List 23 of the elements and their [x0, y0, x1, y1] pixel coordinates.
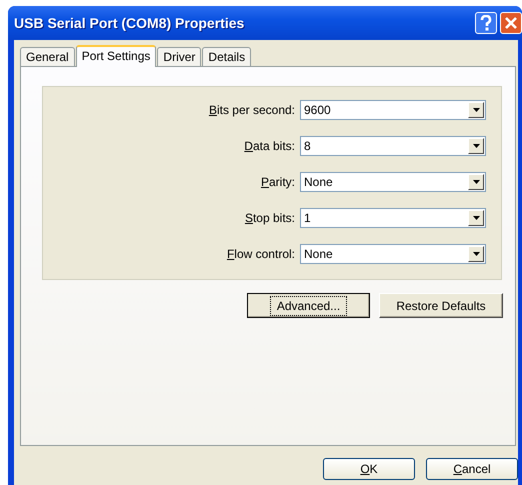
- setting-label: Bits per second:: [208, 103, 295, 117]
- close-button[interactable]: [500, 12, 522, 34]
- tab[interactable]: General: [20, 47, 75, 66]
- dropdown[interactable]: None: [300, 172, 486, 192]
- help-button[interactable]: [475, 12, 497, 34]
- dropdown[interactable]: 9600: [300, 100, 486, 120]
- tab[interactable]: Port Settings: [76, 45, 156, 67]
- setting-label: Data bits:: [244, 139, 295, 153]
- setting-label: Flow control:: [226, 247, 295, 261]
- dialog-button[interactable]: OK: [323, 458, 415, 480]
- dropdown[interactable]: 1: [300, 208, 486, 228]
- tab[interactable]: Details: [202, 47, 252, 66]
- panel-button[interactable]: Restore Defaults: [379, 293, 503, 318]
- dropdown[interactable]: 8: [300, 136, 486, 156]
- setting-label: Stop bits:: [244, 211, 295, 225]
- dialog-button[interactable]: Cancel: [426, 458, 518, 480]
- panel-button[interactable]: Advanced...: [247, 293, 370, 318]
- tab[interactable]: Driver: [157, 47, 202, 66]
- setting-label: Parity:: [260, 175, 295, 189]
- close-icon: [504, 16, 518, 30]
- help-icon: [479, 15, 493, 31]
- dropdown[interactable]: None: [300, 244, 486, 264]
- window-title: USB Serial Port (COM8) Properties: [14, 15, 246, 31]
